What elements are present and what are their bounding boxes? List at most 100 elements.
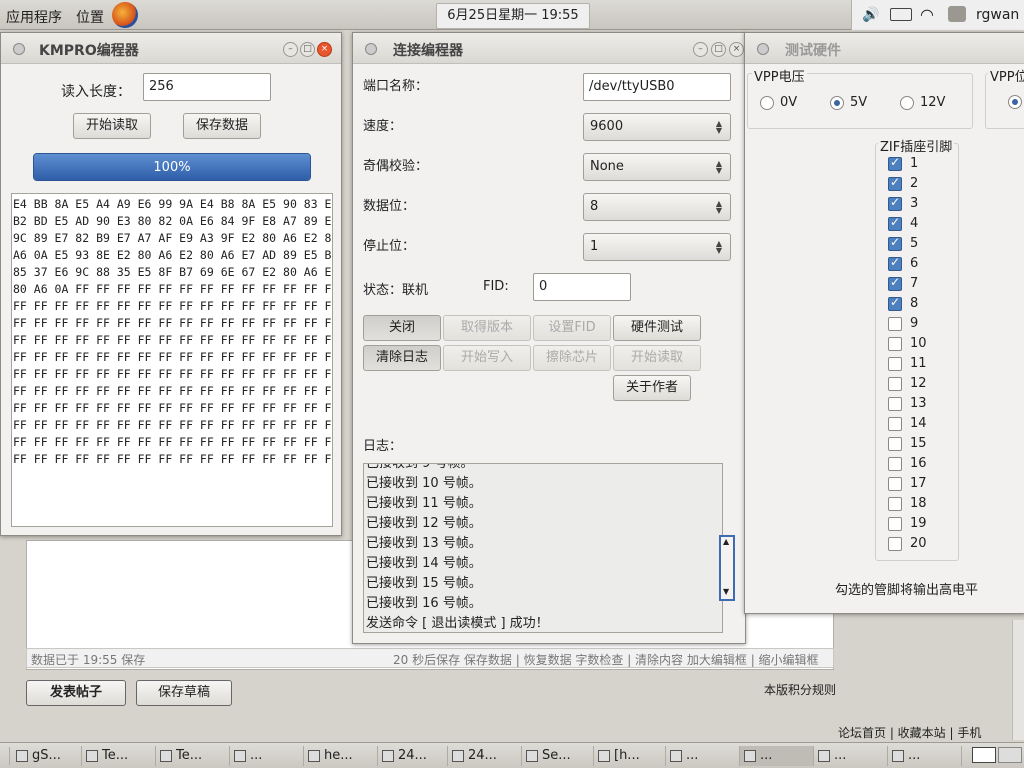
unchecked-icon[interactable] (888, 317, 902, 331)
taskbar-item[interactable]: ... (740, 746, 814, 766)
pin-checkbox-1[interactable]: 1 (888, 155, 958, 174)
scroll-up-icon[interactable]: ▲ (723, 537, 729, 546)
start-write-button[interactable]: 开始写入 (443, 345, 531, 371)
checked-icon[interactable] (888, 215, 902, 231)
minimize-icon[interactable]: – (283, 42, 298, 57)
close-button[interactable]: 关闭 (363, 315, 441, 341)
pin-checkbox-12[interactable]: 12 (888, 376, 958, 394)
pin-checkbox-3[interactable]: 3 (888, 195, 958, 214)
hardware-test-button[interactable]: 硬件测试 (613, 315, 701, 341)
pin-checkbox-6[interactable]: 6 (888, 255, 958, 274)
chat-icon[interactable] (948, 6, 966, 22)
checked-icon[interactable] (888, 195, 902, 211)
pin-checkbox-2[interactable]: 2 (888, 175, 958, 194)
unchecked-icon[interactable] (888, 377, 902, 391)
vpp-radio-0V[interactable] (760, 96, 774, 110)
taskbar-item[interactable]: 24... (448, 746, 522, 766)
databits-select[interactable]: 8 ▲ ▼ (583, 193, 731, 221)
maximize-icon[interactable]: □ (711, 42, 726, 57)
hex-data-view[interactable]: E4 BB 8A E5 A4 A9 E6 99 9A E4 B8 8A E5 9… (11, 193, 333, 527)
checked-icon[interactable] (888, 295, 902, 311)
unchecked-icon[interactable] (888, 337, 902, 351)
save-data-button[interactable]: 保存数据 (183, 113, 261, 139)
pin-checkbox-19[interactable]: 19 (888, 516, 958, 534)
checked-icon[interactable] (888, 255, 902, 271)
keyboard-icon[interactable] (890, 8, 912, 21)
pin-checkbox-15[interactable]: 15 (888, 436, 958, 454)
pin-checkbox-20[interactable]: 20 (888, 536, 958, 554)
taskbar-item[interactable]: 24... (378, 746, 448, 766)
show-desktop-icon[interactable] (0, 747, 10, 765)
unchecked-icon[interactable] (888, 437, 902, 451)
close-icon[interactable]: × (317, 42, 332, 57)
pin-checkbox-13[interactable]: 13 (888, 396, 958, 414)
checked-icon[interactable] (888, 275, 902, 291)
save-draft-button[interactable]: 保存草稿 (136, 680, 232, 706)
trash-icon[interactable] (998, 747, 1022, 763)
taskbar-item[interactable]: Se... (522, 746, 594, 766)
clock[interactable]: 6月25日星期一 19:55 (436, 3, 590, 29)
speed-select[interactable]: 9600 ▲ ▼ (583, 113, 731, 141)
set-fid-button[interactable]: 设置FID (533, 315, 611, 341)
window-menu-icon[interactable] (365, 43, 377, 55)
applications-menu[interactable]: 应用程序 (6, 7, 62, 27)
vpp-radio-5V[interactable] (830, 96, 844, 110)
pin-checkbox-17[interactable]: 17 (888, 476, 958, 494)
publish-button[interactable]: 发表帖子 (26, 680, 126, 706)
pin-checkbox-11[interactable]: 11 (888, 356, 958, 374)
minimize-icon[interactable]: – (693, 42, 708, 57)
erase-chip-button[interactable]: 擦除芯片 (533, 345, 611, 371)
pin-checkbox-8[interactable]: 8 (888, 295, 958, 314)
vpp-radio-12V[interactable] (900, 96, 914, 110)
taskbar-item[interactable]: he... (304, 746, 378, 766)
hwtest-titlebar[interactable]: 测试硬件 (745, 33, 1024, 64)
taskbar-item[interactable]: [h... (594, 746, 666, 766)
fid-input[interactable]: 0 (533, 273, 631, 301)
editor-tools[interactable]: 20 秒后保存 保存数据 | 恢复数据 字数检查 | 清除内容 加大编辑框 | … (393, 651, 819, 668)
start-read-button[interactable]: 开始读取 (613, 345, 701, 371)
unchecked-icon[interactable] (888, 517, 902, 531)
vpp2-radio[interactable] (1008, 95, 1022, 109)
footer-links[interactable]: 论坛首页 | 收藏本站 | 手机 (838, 724, 981, 741)
log-view[interactable]: 已接收到 9 号帧。 已接收到 10 号帧。 已接收到 11 号帧。 已接收到 12 … (363, 463, 723, 633)
pin-checkbox-10[interactable]: 10 (888, 336, 958, 354)
unchecked-icon[interactable] (888, 457, 902, 471)
checked-icon[interactable] (888, 175, 902, 191)
pin-checkbox-16[interactable]: 16 (888, 456, 958, 474)
unchecked-icon[interactable] (888, 397, 902, 411)
read-length-input[interactable]: 256 (143, 73, 271, 101)
pin-checkbox-18[interactable]: 18 (888, 496, 958, 514)
kmpro-titlebar[interactable]: KMPRO编程器 – □ × (1, 33, 341, 64)
rules-link[interactable]: 本版积分规则 (764, 681, 836, 698)
taskbar-item[interactable]: ... (230, 746, 304, 766)
window-menu-icon[interactable] (13, 43, 25, 55)
clear-log-button[interactable]: 清除日志 (363, 345, 441, 371)
unchecked-icon[interactable] (888, 477, 902, 491)
close-icon[interactable]: × (729, 42, 744, 57)
log-scrollbar[interactable]: ▲ ▼ (719, 535, 735, 601)
unchecked-icon[interactable] (888, 537, 902, 551)
wifi-icon[interactable]: ◠ (920, 5, 934, 24)
connect-titlebar[interactable]: 连接编程器 – □ × (353, 33, 745, 64)
pin-checkbox-5[interactable]: 5 (888, 235, 958, 254)
unchecked-icon[interactable] (888, 357, 902, 371)
page-scrollbar[interactable] (1012, 620, 1024, 740)
taskbar-item[interactable]: Te... (82, 746, 156, 766)
stopbits-select[interactable]: 1 ▲ ▼ (583, 233, 731, 261)
workspace-switcher-icon[interactable] (972, 747, 996, 763)
pin-checkbox-4[interactable]: 4 (888, 215, 958, 234)
start-read-button[interactable]: 开始读取 (73, 113, 151, 139)
unchecked-icon[interactable] (888, 497, 902, 511)
volume-icon[interactable]: 🔊 (862, 7, 879, 23)
checked-icon[interactable] (888, 155, 902, 171)
parity-select[interactable]: None ▲ ▼ (583, 153, 731, 181)
taskbar-item[interactable]: ... (814, 746, 888, 766)
user-name[interactable]: rgwan (976, 7, 1019, 23)
firefox-launcher-icon[interactable] (112, 2, 138, 28)
places-menu[interactable]: 位置 (76, 7, 104, 27)
maximize-icon[interactable]: □ (300, 42, 315, 57)
pin-checkbox-14[interactable]: 14 (888, 416, 958, 434)
taskbar-item[interactable]: ... (666, 746, 740, 766)
taskbar-item[interactable]: ... (888, 746, 962, 766)
taskbar-item[interactable]: gS... (12, 746, 82, 766)
